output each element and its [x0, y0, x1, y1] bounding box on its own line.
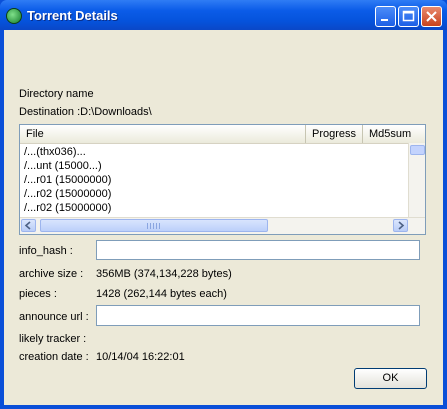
directory-name-label: Directory name: [19, 88, 94, 100]
list-item[interactable]: /...r02 (15000000): [24, 201, 111, 215]
list-item[interactable]: /...r01 (15000000): [24, 173, 111, 187]
announce-url-field[interactable]: [96, 305, 420, 326]
file-list-body: /...(thx036)... /...unt (15000...) /...r…: [20, 143, 409, 219]
close-icon: [426, 11, 437, 22]
ok-button[interactable]: OK: [354, 368, 427, 389]
column-header-md5sum[interactable]: Md5sum: [363, 125, 425, 143]
app-icon: [6, 8, 22, 24]
creation-date-label: creation date :: [19, 351, 89, 363]
horizontal-scrollbar[interactable]: [20, 217, 425, 234]
scroll-right-button[interactable]: [393, 219, 408, 232]
list-item[interactable]: /...r02 (15000000): [24, 187, 111, 201]
column-header-progress[interactable]: Progress: [306, 125, 363, 143]
arrow-right-icon: [398, 221, 405, 230]
title-bar[interactable]: Torrent Details: [0, 0, 447, 30]
file-list-header: File Progress Md5sum: [20, 125, 425, 144]
info-hash-label: info_hash :: [19, 245, 73, 257]
column-header-file[interactable]: File: [20, 125, 306, 143]
pieces-label: pieces :: [19, 288, 57, 300]
info-hash-field[interactable]: [96, 240, 420, 260]
archive-size-label: archive size :: [19, 268, 84, 280]
list-item[interactable]: /...(thx036)...: [24, 145, 86, 159]
pieces-value: 1428 (262,144 bytes each): [96, 288, 227, 300]
list-item[interactable]: /...unt (15000...): [24, 159, 102, 173]
destination-label: Destination :D:\Downloads\: [19, 106, 152, 118]
archive-size-value: 356MB (374,134,228 bytes): [96, 268, 232, 280]
announce-url-label: announce url :: [19, 311, 89, 323]
likely-tracker-label: likely tracker :: [19, 333, 87, 345]
file-list[interactable]: File Progress Md5sum /...(thx036)... /..…: [19, 124, 426, 235]
horizontal-scroll-thumb[interactable]: [40, 219, 268, 232]
arrow-left-icon: [24, 221, 31, 230]
window-title: Torrent Details: [27, 8, 118, 23]
vertical-scrollbar[interactable]: [408, 143, 425, 219]
close-button[interactable]: [421, 6, 442, 27]
scroll-left-button[interactable]: [21, 219, 36, 232]
maximize-button[interactable]: [398, 6, 419, 27]
minimize-button[interactable]: [375, 6, 396, 27]
dialog-body: Directory name Destination :D:\Downloads…: [4, 30, 443, 405]
creation-date-value: 10/14/04 16:22:01: [96, 351, 185, 363]
minimize-icon: [381, 19, 388, 21]
maximize-icon: [402, 10, 415, 22]
torrent-details-window: Torrent Details Directory name Destinati…: [0, 0, 447, 409]
vertical-scroll-thumb[interactable]: [410, 145, 425, 155]
scroll-grip-icon: [147, 223, 161, 229]
